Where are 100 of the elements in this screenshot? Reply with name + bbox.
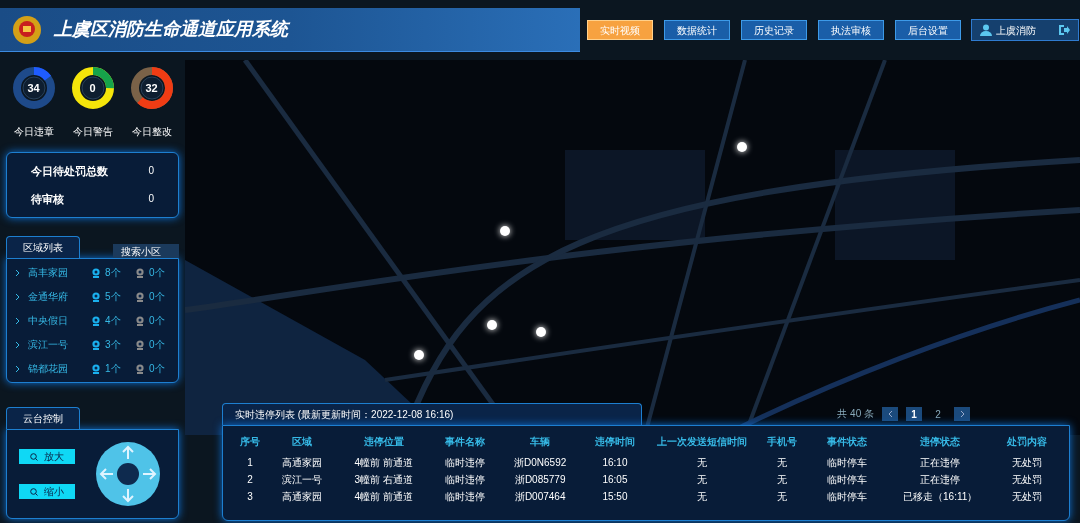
table-cell-text: 无	[775, 473, 788, 487]
offline-count: 0个	[149, 290, 165, 304]
region-item[interactable]: 滨江一号 3个 0个	[7, 337, 178, 352]
page-button[interactable]: 2	[930, 406, 946, 421]
table-cell-text: 临时停车	[826, 473, 869, 487]
table-cell-text: 浙D0N6592	[513, 456, 568, 470]
table-cell-text: 无	[695, 490, 708, 504]
map-marker[interactable]	[500, 226, 510, 236]
table-cell-text: 临时停车	[826, 490, 869, 504]
search-field[interactable]: 搜索小区	[113, 244, 179, 258]
user-panel[interactable]: 上虞消防	[971, 19, 1079, 41]
offline-count: 0个	[149, 362, 165, 376]
table-cell-text: 无	[695, 473, 708, 487]
table-cell-text: 浙D085779	[513, 473, 567, 487]
table-cell-text: 正在违停	[919, 473, 962, 487]
column-header: 区域	[290, 435, 313, 449]
table-cell-text: 高通家园	[280, 490, 323, 504]
table-cell-text: 无	[695, 456, 708, 470]
camera-icon	[91, 363, 101, 374]
stat-label: 今日违章	[13, 125, 54, 139]
map-marker[interactable]	[737, 142, 747, 152]
logout-icon[interactable]	[1058, 24, 1070, 36]
column-header: 事件状态	[826, 435, 869, 449]
chevron-icon	[15, 292, 20, 301]
table-cell-text: 4幢前 前通道	[353, 490, 414, 504]
table-cell-text: 3	[246, 490, 254, 504]
table-title: 实时违停列表 (最新更新时间：2022-12-08 16:16)	[222, 403, 642, 425]
camera-icon	[135, 363, 145, 374]
region-name: 高丰家园	[28, 266, 68, 280]
user-icon	[980, 24, 992, 36]
chevron-icon	[15, 364, 20, 373]
zoom-icon	[30, 452, 38, 461]
map-marker[interactable]	[414, 350, 424, 360]
column-header: 违停位置	[362, 435, 405, 449]
app-title: 上虞区消防生命通道应用系统	[54, 18, 288, 41]
column-header: 上一次发送短信时间	[655, 435, 748, 449]
direction-pad[interactable]	[95, 441, 161, 507]
map-marker[interactable]	[536, 327, 546, 337]
offline-count: 0个	[149, 314, 165, 328]
table-cell-text: 临时违停	[444, 490, 487, 504]
pending-label: 今日待处罚总数	[31, 163, 108, 179]
chevron-icon	[15, 316, 20, 325]
camera-icon	[135, 267, 145, 278]
stat-value: 0	[89, 82, 96, 94]
table-cell-text: 浙D007464	[513, 490, 567, 504]
camera-icon	[135, 291, 145, 302]
region-name: 滨江一号	[28, 338, 68, 352]
column-header: 处罚内容	[1005, 435, 1048, 449]
camera-icon	[135, 339, 145, 350]
table-cell-text: 高通家园	[280, 456, 323, 470]
pending-label: 待审核	[31, 192, 64, 207]
table-cell-text: 无处罚	[1010, 473, 1043, 487]
nav-tab[interactable]: 历史记录	[741, 20, 807, 40]
panel-tab[interactable]: 区域列表	[6, 236, 80, 258]
column-header: 违停状态	[919, 435, 962, 449]
donut-icon	[11, 66, 56, 110]
table-cell-text: 16:10	[601, 456, 629, 470]
region-name: 金通华府	[28, 290, 68, 304]
table-cell-text: 无	[775, 490, 788, 504]
table-cell-text: 16:05	[601, 473, 629, 487]
stat-label: 今日警告	[72, 125, 113, 139]
pending-count: 0	[148, 192, 154, 206]
zoom-button[interactable]: 缩小	[19, 484, 75, 499]
table-cell-text: 无处罚	[1010, 490, 1043, 504]
nav-tab[interactable]: 后台设置	[895, 20, 961, 40]
online-count: 4个	[105, 314, 121, 328]
table-cell-text: 无	[775, 456, 788, 470]
region-item[interactable]: 锦都花园 1个 0个	[7, 361, 178, 376]
column-header: 事件名称	[444, 435, 487, 449]
emblem-icon	[12, 14, 42, 45]
online-count: 5个	[105, 290, 121, 304]
online-count: 1个	[105, 362, 121, 376]
zoom-icon	[30, 487, 38, 496]
camera-icon	[91, 267, 101, 278]
region-name: 锦都花园	[28, 362, 68, 376]
camera-icon	[91, 339, 101, 350]
region-item[interactable]: 金通华府 5个 0个	[7, 289, 178, 304]
stat-value: 32	[145, 82, 158, 94]
stat-label: 今日整改	[131, 125, 172, 139]
table-cell-text: 滨江一号	[280, 473, 323, 487]
camera-icon	[91, 291, 101, 302]
chevron-icon	[15, 340, 20, 349]
table-cell-text: 临时违停	[444, 473, 487, 487]
chevron-icon	[959, 409, 965, 418]
chevron-icon	[15, 268, 20, 277]
region-item[interactable]: 高丰家园 8个 0个	[7, 265, 178, 280]
map-marker[interactable]	[487, 320, 497, 330]
region-item[interactable]: 中央假日 4个 0个	[7, 313, 178, 328]
column-header: 序号	[239, 435, 261, 449]
nav-tab[interactable]: 执法审核	[818, 20, 884, 40]
column-header: 车辆	[529, 435, 552, 449]
online-count: 3个	[105, 338, 121, 352]
column-header: 违停时间	[594, 435, 636, 449]
online-count: 8个	[105, 266, 121, 280]
zoom-button[interactable]: 放大	[19, 449, 75, 464]
table-cell-text: 15:50	[601, 490, 629, 504]
table-cell-text: 无处罚	[1010, 456, 1043, 470]
table-cell-text: 3幢前 右通道	[353, 473, 414, 487]
table-cell-text: 正在违停	[919, 456, 962, 470]
nav-tab[interactable]: 数据统计	[664, 20, 730, 40]
